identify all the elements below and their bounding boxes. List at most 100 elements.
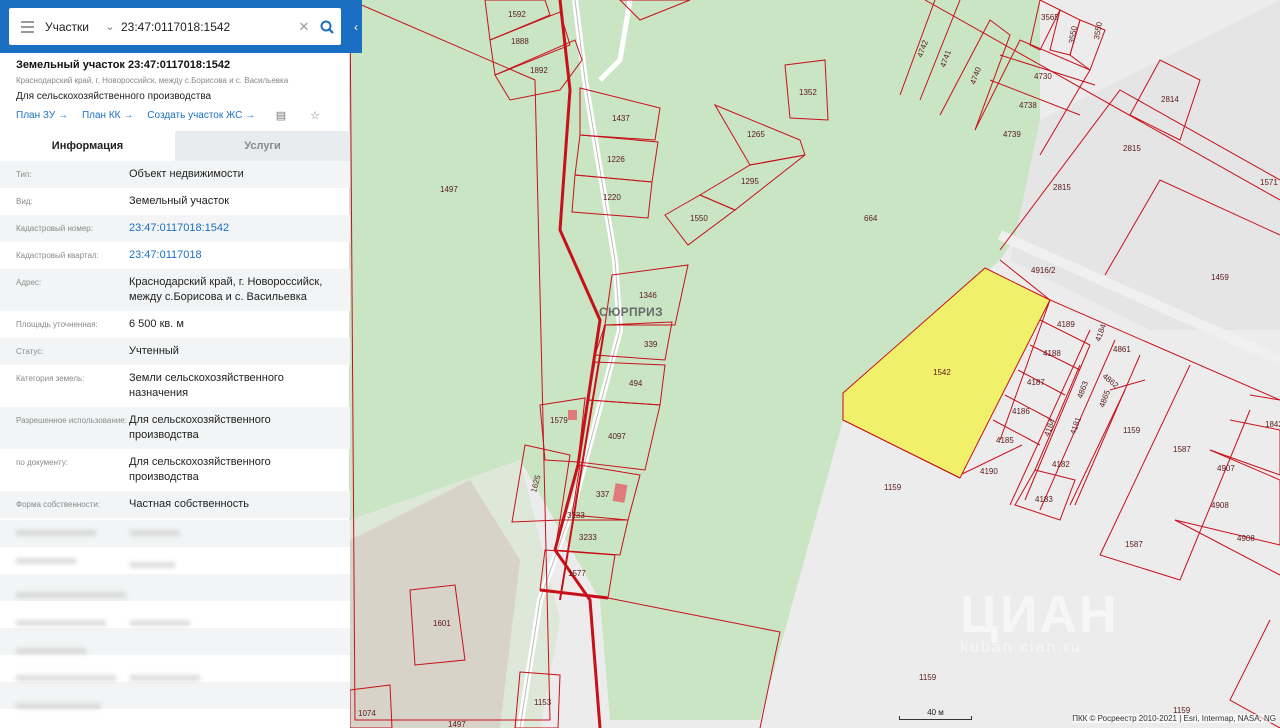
svg-text:1153: 1153 bbox=[534, 698, 552, 707]
clear-icon[interactable]: ✕ bbox=[295, 19, 313, 35]
plan-zu-link[interactable]: План ЗУ → bbox=[16, 110, 68, 121]
svg-text:2814: 2814 bbox=[1161, 95, 1179, 104]
svg-text:4181: 4181 bbox=[1068, 415, 1083, 435]
svg-text:4187: 4187 bbox=[1027, 378, 1045, 387]
search-button[interactable] bbox=[313, 20, 341, 34]
svg-text:4865: 4865 bbox=[1097, 388, 1112, 408]
svg-text:3233: 3233 bbox=[579, 533, 597, 542]
blurred-text bbox=[16, 530, 96, 536]
attribute-key: Кадастровый квартал: bbox=[16, 251, 99, 260]
svg-text:3565: 3565 bbox=[1041, 13, 1059, 22]
object-address: Краснодарский край, г. Новороссийск, меж… bbox=[16, 76, 289, 85]
object-links: План ЗУ → План КК → Создать участок ЖС →… bbox=[16, 109, 334, 122]
plan-kk-link[interactable]: План КК → bbox=[82, 110, 133, 121]
attribute-key: Статус: bbox=[16, 347, 44, 356]
svg-text:4190: 4190 bbox=[980, 467, 998, 476]
blurred-text bbox=[130, 675, 200, 681]
svg-text:494: 494 bbox=[629, 379, 643, 388]
svg-text:2815: 2815 bbox=[1123, 144, 1141, 153]
cadastral-quarter-link[interactable]: 23:47:0117018 bbox=[129, 248, 334, 263]
attribute-table: Тип: Объект недвижимости Вид: Земельный уч… bbox=[0, 161, 350, 518]
document-search-icon[interactable]: ▤ bbox=[276, 109, 286, 122]
create-parcel-link[interactable]: Создать участок ЖС → bbox=[147, 110, 255, 121]
map-attribution: ПКК © Росреестр 2010-2021 | Esri, Interm… bbox=[1072, 714, 1276, 723]
blurred-text bbox=[130, 530, 180, 536]
svg-text:664: 664 bbox=[864, 214, 878, 223]
attribute-key: Площадь уточненная: bbox=[16, 320, 98, 329]
attribute-key: Кадастровый номер: bbox=[16, 224, 93, 233]
svg-text:1892: 1892 bbox=[530, 66, 548, 75]
blurred-text bbox=[130, 562, 175, 568]
svg-text:1497: 1497 bbox=[448, 720, 466, 728]
search-box: Участки ⌄ 23:47:0117018:1542 ✕ bbox=[9, 8, 341, 45]
object-use: Для сельскохозяйственного производства bbox=[16, 91, 212, 102]
cian-watermark: ЦИАН kuban.cian.ru bbox=[960, 586, 1119, 656]
svg-text:4182: 4182 bbox=[1052, 460, 1070, 469]
svg-text:339: 339 bbox=[644, 340, 658, 349]
svg-text:1550: 1550 bbox=[690, 214, 708, 223]
svg-text:1346: 1346 bbox=[639, 291, 657, 300]
svg-text:4188: 4188 bbox=[1043, 349, 1061, 358]
attribute-row: Тип: Объект недвижимости bbox=[0, 161, 350, 188]
attribute-value: Для сельскохозяйственного производства bbox=[129, 456, 271, 483]
attribute-value: Для сельскохозяйственного производства bbox=[129, 414, 271, 441]
svg-text:1497: 1497 bbox=[440, 185, 458, 194]
star-icon[interactable]: ☆ bbox=[310, 109, 320, 122]
blurred-rows bbox=[0, 520, 350, 728]
svg-text:1220: 1220 bbox=[603, 193, 621, 202]
svg-text:4916/2: 4916/2 bbox=[1031, 266, 1056, 275]
svg-text:2815: 2815 bbox=[1053, 183, 1071, 192]
blurred-text bbox=[16, 675, 116, 681]
attribute-key: Вид: bbox=[16, 197, 33, 206]
svg-text:337: 337 bbox=[596, 490, 610, 499]
blurred-text bbox=[16, 703, 101, 709]
attribute-row: Разрешенное использование: Для сельскохоз… bbox=[0, 407, 350, 449]
svg-text:4183: 4183 bbox=[1035, 495, 1053, 504]
svg-text:4189: 4189 bbox=[1057, 320, 1075, 329]
svg-text:1159: 1159 bbox=[884, 483, 902, 492]
attribute-key: Тип: bbox=[16, 170, 32, 179]
svg-text:4097: 4097 bbox=[608, 432, 626, 441]
svg-text:4184: 4184 bbox=[1093, 322, 1108, 342]
search-input[interactable]: 23:47:0117018:1542 bbox=[119, 20, 295, 34]
attribute-row: Площадь уточненная: 6 500 кв. м bbox=[0, 311, 350, 338]
svg-text:4738: 4738 bbox=[1019, 101, 1037, 110]
tab-information[interactable]: Информация bbox=[0, 131, 175, 161]
collapse-panel-icon[interactable]: ‹ bbox=[350, 12, 362, 42]
svg-text:4186: 4186 bbox=[1012, 407, 1030, 416]
svg-text:1159: 1159 bbox=[919, 673, 937, 682]
svg-text:1437: 1437 bbox=[612, 114, 630, 123]
attribute-value: Объект недвижимости bbox=[129, 168, 244, 180]
svg-text:4730: 4730 bbox=[1034, 72, 1052, 81]
svg-text:1577: 1577 bbox=[568, 569, 586, 578]
attribute-key: Форма собственности: bbox=[16, 500, 101, 509]
svg-text:1459: 1459 bbox=[1211, 273, 1229, 282]
attribute-key: Категория земель: bbox=[16, 374, 85, 383]
attribute-row: Категория земель: Земли сельскохозяйствен… bbox=[0, 365, 350, 407]
svg-text:4908: 4908 bbox=[1237, 534, 1255, 543]
chevron-down-icon[interactable]: ⌄ bbox=[101, 20, 119, 33]
svg-text:4908: 4908 bbox=[1211, 501, 1229, 510]
search-icon bbox=[320, 20, 334, 34]
attribute-value: Земельный участок bbox=[129, 195, 230, 207]
attribute-row: Вид: Земельный участок bbox=[0, 188, 350, 215]
blurred-text bbox=[16, 648, 86, 654]
object-header: Земельный участок 23:47:0117018:1542 Кра… bbox=[0, 53, 350, 122]
info-panel: Участки ⌄ 23:47:0117018:1542 ✕ ‹ Земельн… bbox=[0, 0, 362, 728]
blurred-text bbox=[16, 620, 106, 626]
attribute-value: Земли сельскохозяйственного назначения bbox=[129, 372, 284, 399]
attribute-row: по документу: Для сельскохозяйственного п… bbox=[0, 449, 350, 491]
tab-services[interactable]: Услуги bbox=[175, 131, 350, 161]
blurred-text bbox=[130, 620, 190, 626]
cadastral-number-link[interactable]: 23:47:0117018:1542 bbox=[129, 221, 334, 236]
menu-icon[interactable] bbox=[9, 8, 45, 45]
object-title: Земельный участок 23:47:0117018:1542 bbox=[16, 59, 231, 71]
search-type-select[interactable]: Участки bbox=[45, 20, 101, 34]
attribute-row: Кадастровый квартал: 23:47:0117018 bbox=[0, 242, 350, 269]
attribute-key: Разрешенное использование: bbox=[16, 416, 127, 425]
svg-text:1579: 1579 bbox=[550, 416, 568, 425]
svg-text:1601: 1601 bbox=[433, 619, 451, 628]
attribute-value: Краснодарский край, г. Новороссийск, меж… bbox=[129, 276, 323, 303]
attribute-key: по документу: bbox=[16, 458, 68, 467]
attribute-value: Учтенный bbox=[129, 345, 179, 357]
